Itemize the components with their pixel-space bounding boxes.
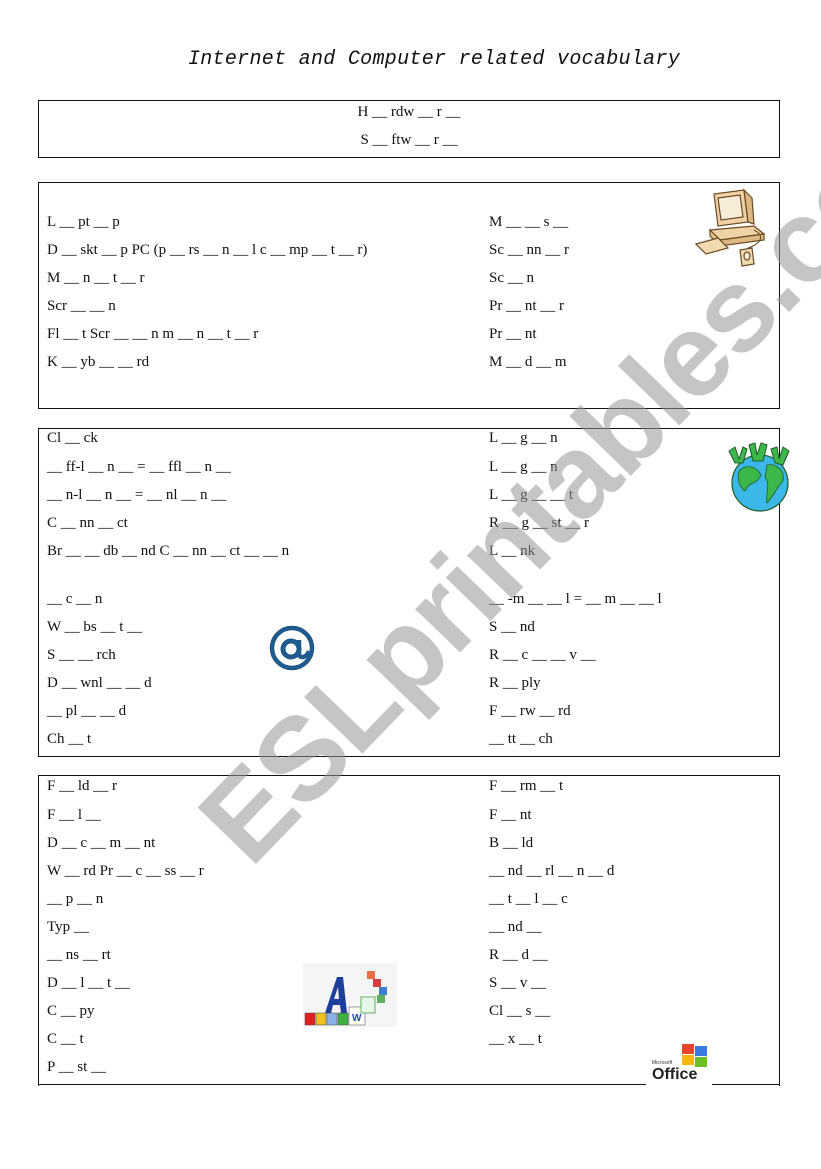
vocab-item: R __ d __ (489, 947, 548, 963)
vocab-item: F __ nt (489, 807, 532, 823)
vocab-item: C __ t (47, 1031, 84, 1047)
vocab-item: D __ skt __ p PC (p __ rs __ n __ l c __… (47, 242, 368, 258)
www-globe-icon (728, 442, 790, 512)
vocab-item: __ t __ l __ c (489, 891, 568, 907)
desktop-computer-icon (694, 188, 766, 267)
vocab-item: W __ rd Pr __ c __ ss __ r (47, 863, 204, 879)
vocab-item: S __ nd (489, 619, 535, 635)
vocab-item: __ n-l __ n __ = __ nl __ n __ (47, 487, 227, 503)
vocab-item: __ nd __ rl __ n __ d (489, 863, 615, 879)
microsoft-office-logo: Microsoft Office (650, 1042, 712, 1086)
vocab-item: Pr __ nt (489, 326, 537, 342)
vocab-item: K __ yb __ __ rd (47, 354, 150, 370)
vocab-item: C __ py (47, 1003, 95, 1019)
box-border (712, 1084, 780, 1085)
vocab-item: __ ff-l __ n __ = __ ffl __ n __ (47, 459, 231, 475)
vocab-item: __ x __ t (489, 1031, 542, 1047)
vocab-item: Ch __ t (47, 731, 92, 747)
vocab-item: L __ g __ n (489, 430, 558, 446)
vocab-item: B __ ld (489, 835, 534, 851)
vocab-item: Cl __ ck (47, 430, 98, 446)
vocab-item: __ pl __ __ d (47, 703, 127, 719)
vocab-item: __ p __ n (47, 891, 104, 907)
vocab-item: Cl __ s __ (489, 1003, 551, 1019)
vocab-item: S __ v __ (489, 975, 547, 991)
vocab-item: Typ __ (47, 919, 89, 935)
vocab-item: W __ bs __ t __ (47, 619, 143, 635)
vocab-item: __ ns __ rt (47, 947, 111, 963)
word-processing-icon: W (303, 963, 397, 1027)
vocab-item: M __ n __ t __ r (47, 270, 145, 286)
vocab-item: __ nd __ (489, 919, 542, 935)
vocab-item: __ -m __ __ l = __ m __ __ l (489, 591, 662, 607)
vocab-item: L __ g __ __ t (489, 487, 574, 503)
vocab-item: F __ l __ (47, 807, 101, 823)
vocab-item: F __ rm __ t (489, 778, 564, 794)
vocab-item: Br __ __ db __ nd C __ nn __ ct __ __ n (47, 543, 290, 559)
vocab-item: S __ __ rch (47, 647, 116, 663)
box-border (38, 1084, 646, 1085)
vocab-item: Pr __ nt __ r (489, 298, 564, 314)
vocab-item: C __ nn __ ct (47, 515, 128, 531)
vocab-item: Fl __ t Scr __ __ n m __ n __ t __ r (47, 326, 259, 342)
vocab-item: L __ g __ n (489, 459, 558, 475)
vocab-item: M __ d __ m (489, 354, 567, 370)
vocab-item: __ tt __ ch (489, 731, 553, 747)
vocab-item: D __ c __ m __ nt (47, 835, 156, 851)
svg-text:W: W (352, 1013, 362, 1024)
vocab-item: S __ ftw __ r __ (360, 132, 458, 148)
vocab-item: L __ nk (489, 543, 536, 559)
at-sign-icon (269, 625, 315, 671)
vocab-item: D __ l __ t __ (47, 975, 130, 991)
vocab-item: Sc __ n (489, 270, 534, 286)
vocab-item: P __ st __ (47, 1059, 107, 1075)
word-processing-box (38, 775, 780, 1086)
vocab-item: Sc __ nn __ r (489, 242, 569, 258)
vocab-item: F __ rw __ rd (489, 703, 571, 719)
vocab-item: R __ c __ __ v __ (489, 647, 596, 663)
worksheet-title: Internet and Computer related vocabulary (187, 48, 681, 71)
vocab-item: Scr __ __ n (47, 298, 116, 314)
vocab-item: R __ ply (489, 675, 541, 691)
internet-vocabulary-box (38, 428, 780, 757)
vocab-item: D __ wnl __ __ d (47, 675, 152, 691)
logo-large-text: Office (652, 1066, 698, 1083)
vocab-item: L __ pt __ p (47, 214, 120, 230)
vocab-item: F __ ld __ r (47, 778, 118, 794)
computer-hardware-box (38, 182, 780, 409)
vocab-item: __ c __ n (47, 591, 103, 607)
vocab-item: R __ g __ st __ r (489, 515, 590, 531)
vocab-item: H __ rdw __ r __ (357, 104, 461, 120)
vocab-item: M __ __ s __ (489, 214, 569, 230)
